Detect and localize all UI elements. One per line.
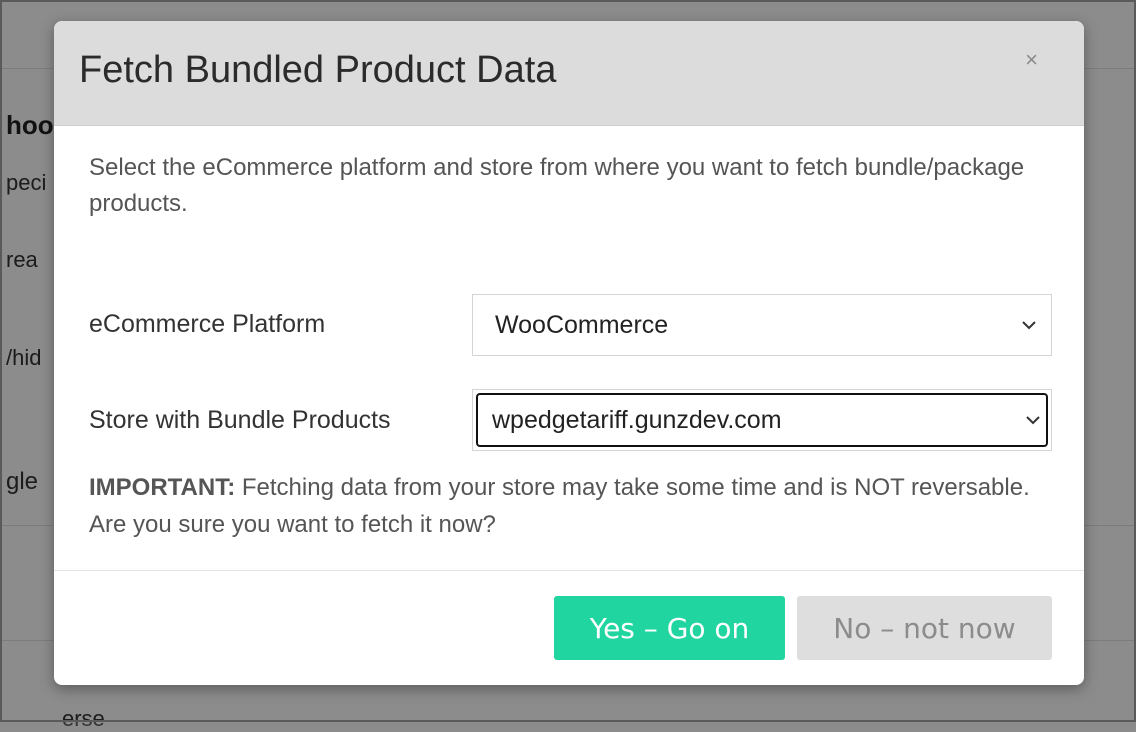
close-icon[interactable]: × xyxy=(1025,49,1038,71)
platform-label: eCommerce Platform xyxy=(89,310,326,338)
store-select[interactable]: wpedgetariff.gunzdev.com xyxy=(472,389,1052,451)
important-notice: IMPORTANT: Fetching data from your store… xyxy=(89,469,1049,543)
platform-select[interactable]: WooCommerce xyxy=(472,294,1052,356)
cancel-button[interactable]: No – not now xyxy=(797,596,1052,660)
chevron-down-icon xyxy=(1022,321,1036,330)
store-label: Store with Bundle Products xyxy=(89,406,391,434)
modal-body: Select the eCommerce platform and store … xyxy=(54,126,1084,570)
modal-footer: Yes – Go on No – not now xyxy=(54,570,1084,685)
important-label: IMPORTANT: xyxy=(89,474,236,501)
platform-select-value: WooCommerce xyxy=(495,310,669,339)
store-select-focused: wpedgetariff.gunzdev.com xyxy=(476,393,1048,447)
store-select-value: wpedgetariff.gunzdev.com xyxy=(492,405,782,434)
modal-intro-text: Select the eCommerce platform and store … xyxy=(89,154,1025,217)
confirm-button[interactable]: Yes – Go on xyxy=(554,596,785,660)
chevron-down-icon xyxy=(1026,416,1040,425)
fetch-bundle-modal: Fetch Bundled Product Data × Select the … xyxy=(54,21,1084,685)
modal-header: Fetch Bundled Product Data × xyxy=(54,21,1084,126)
modal-title: Fetch Bundled Product Data xyxy=(79,49,557,91)
